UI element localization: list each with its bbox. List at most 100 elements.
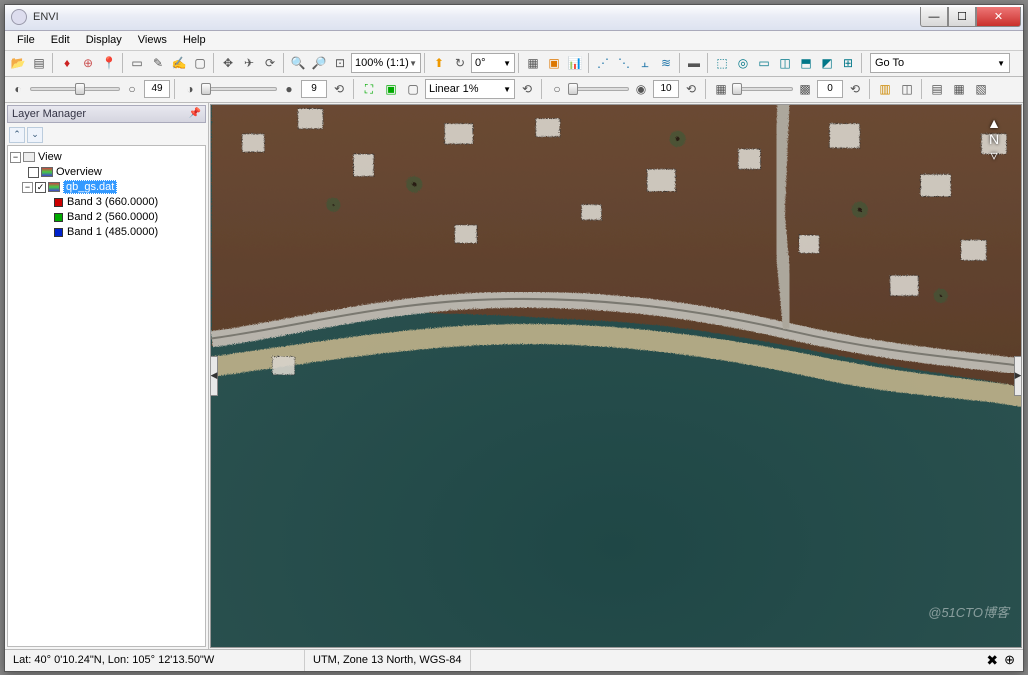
zoom-in-icon[interactable]: 🔍 — [288, 53, 308, 73]
roi6-icon[interactable]: ◩ — [817, 53, 837, 73]
vector-icon[interactable]: ✎ — [148, 53, 168, 73]
chevron-down-icon: ▼ — [503, 85, 511, 94]
sharpen-slider[interactable] — [569, 87, 629, 91]
roi2-icon[interactable]: ◎ — [733, 53, 753, 73]
minimize-button[interactable]: — — [920, 7, 948, 27]
chevron-down-icon: ▼ — [997, 59, 1005, 68]
view2-icon[interactable]: ▦ — [949, 79, 969, 99]
rotate-icon[interactable]: ⟳ — [260, 53, 280, 73]
brightness-icon: ◐ — [8, 79, 28, 99]
roi7-icon[interactable]: ⊞ — [838, 53, 858, 73]
roi5-icon[interactable]: ⬒ — [796, 53, 816, 73]
menu-views[interactable]: Views — [130, 32, 175, 48]
roi1-icon[interactable]: ⬚ — [712, 53, 732, 73]
refresh1-icon[interactable]: ⟲ — [329, 79, 349, 99]
brightness-value[interactable]: 49 — [144, 80, 170, 98]
pin-icon[interactable]: 📍 — [99, 53, 119, 73]
view-icon — [23, 152, 35, 162]
toolbar-display: ◐ ○ 49 ◑ ● 9 ⟲ ⛶ ▣ ▢ Linear 1%▼ ⟲ ○ ◉ 10… — [5, 77, 1023, 103]
expand-tree-icon[interactable]: ⌄ — [27, 127, 43, 143]
fly-icon[interactable]: ✈ — [239, 53, 259, 73]
tree-band: Band 3 (660.0000) — [10, 195, 203, 210]
layer-tree[interactable]: − View Overview − ✓ qb_gs.dat B — [7, 145, 206, 647]
titlebar[interactable]: ENVI — ☐ ✕ — [5, 5, 1023, 31]
contrast-icon: ◑ — [180, 79, 200, 99]
chevron-down-icon: ▼ — [409, 59, 417, 68]
tree-toggle-icon[interactable]: − — [22, 182, 33, 193]
profile-x-icon[interactable]: ⋰ — [593, 53, 613, 73]
profile-z-icon[interactable]: ⫠ — [635, 53, 655, 73]
contrast-slider[interactable] — [202, 87, 277, 91]
blend-value[interactable]: 0 — [817, 80, 843, 98]
portal-icon[interactable]: ▥ — [875, 79, 895, 99]
refresh2-icon[interactable]: ⟲ — [517, 79, 537, 99]
open-icon[interactable]: 📂 — [8, 53, 28, 73]
north-up-icon[interactable]: ⬆ — [429, 53, 449, 73]
swipe-icon[interactable]: ◫ — [897, 79, 917, 99]
region-icon[interactable]: ▢ — [190, 53, 210, 73]
view1-icon[interactable]: ▤ — [927, 79, 947, 99]
rotate-tool-icon[interactable]: ↻ — [450, 53, 470, 73]
roi4-icon[interactable]: ◫ — [775, 53, 795, 73]
select-icon[interactable]: ▭ — [127, 53, 147, 73]
goto-field[interactable]: Go To▼ — [870, 53, 1010, 73]
stretch-roi-icon[interactable]: ▣ — [381, 79, 401, 99]
close-button[interactable]: ✕ — [976, 7, 1021, 27]
overview-icon — [41, 167, 53, 177]
band-green-icon — [54, 213, 63, 222]
profile-s-icon[interactable]: ≋ — [656, 53, 676, 73]
roi3-icon[interactable]: ▭ — [754, 53, 774, 73]
menu-edit[interactable]: Edit — [43, 32, 78, 48]
stretch-select[interactable]: Linear 1%▼ — [425, 79, 515, 99]
collapse-left-icon[interactable]: ◀ — [210, 356, 218, 396]
zoom-out-icon[interactable]: 🔎 — [309, 53, 329, 73]
checkbox-checked[interactable]: ✓ — [35, 182, 46, 193]
tool1-icon[interactable]: ▦ — [523, 53, 543, 73]
layer-manager-title[interactable]: Layer Manager 📌 — [7, 105, 206, 123]
status-projection: UTM, Zone 13 North, WGS-84 — [305, 650, 471, 671]
tree-band: Band 1 (485.0000) — [10, 225, 203, 240]
chevron-down-icon: ▼ — [503, 59, 511, 68]
rotation-field[interactable]: 0°▼ — [471, 53, 515, 73]
profile-y-icon[interactable]: ⋱ — [614, 53, 634, 73]
contrast-high-icon: ● — [279, 79, 299, 99]
refresh4-icon[interactable]: ⟲ — [845, 79, 865, 99]
stretch-view-icon[interactable]: ▢ — [403, 79, 423, 99]
image-viewport[interactable]: ◀ ▶ ▲N▿ @51CTO博客 — [210, 104, 1022, 648]
transparency-slider[interactable] — [733, 87, 793, 91]
statusbar: Lat: 40° 0'10.24"N, Lon: 105° 12'13.50"W… — [5, 649, 1023, 671]
contrast-low-icon: ○ — [122, 79, 142, 99]
mensuration-icon[interactable]: ▬ — [684, 53, 704, 73]
menu-display[interactable]: Display — [78, 32, 130, 48]
tree-toggle-icon[interactable]: − — [10, 152, 21, 163]
menu-help[interactable]: Help — [175, 32, 214, 48]
app-window: ENVI — ☐ ✕ File Edit Display Views Help … — [4, 4, 1024, 672]
tree-selected-item[interactable]: qb_gs.dat — [63, 180, 117, 194]
chart-icon[interactable]: 📊 — [565, 53, 585, 73]
toolbar-main: 📂 ▤ ♦ ⊕ 📍 ▭ ✎ ✍ ▢ ✥ ✈ ⟳ 🔍 🔎 ⊡ 100% (1:1)… — [5, 51, 1023, 77]
tree-dataset: − ✓ qb_gs.dat — [10, 180, 203, 195]
status-close-icon[interactable]: ✖ — [986, 652, 998, 669]
content-area: Layer Manager 📌 ⌃ ⌄ − View Overview — [5, 103, 1023, 649]
pan-icon[interactable]: ✥ — [218, 53, 238, 73]
collapse-right-icon[interactable]: ▶ — [1014, 356, 1022, 396]
view3-icon[interactable]: ▧ — [971, 79, 991, 99]
brightness-slider[interactable] — [30, 87, 120, 91]
sharpen-value[interactable]: 9 — [301, 80, 327, 98]
crosshair-icon[interactable]: ⊕ — [78, 53, 98, 73]
maximize-button[interactable]: ☐ — [948, 7, 976, 27]
pin-icon[interactable]: 📌 — [189, 108, 201, 119]
menu-file[interactable]: File — [9, 32, 43, 48]
status-crosshair-icon[interactable]: ⊕ — [1004, 652, 1015, 668]
cursor-value-icon[interactable]: ♦ — [57, 53, 77, 73]
collapse-tree-icon[interactable]: ⌃ — [9, 127, 25, 143]
data-manager-icon[interactable]: ▤ — [29, 53, 49, 73]
transparency-value[interactable]: 10 — [653, 80, 679, 98]
checkbox[interactable] — [28, 167, 39, 178]
zoom-level-field[interactable]: 100% (1:1)▼ — [351, 53, 421, 73]
stretch-full-icon[interactable]: ⛶ — [359, 79, 379, 99]
tool2-icon[interactable]: ▣ — [544, 53, 564, 73]
zoom-fit-icon[interactable]: ⊡ — [330, 53, 350, 73]
annotate-icon[interactable]: ✍ — [169, 53, 189, 73]
refresh3-icon[interactable]: ⟲ — [681, 79, 701, 99]
